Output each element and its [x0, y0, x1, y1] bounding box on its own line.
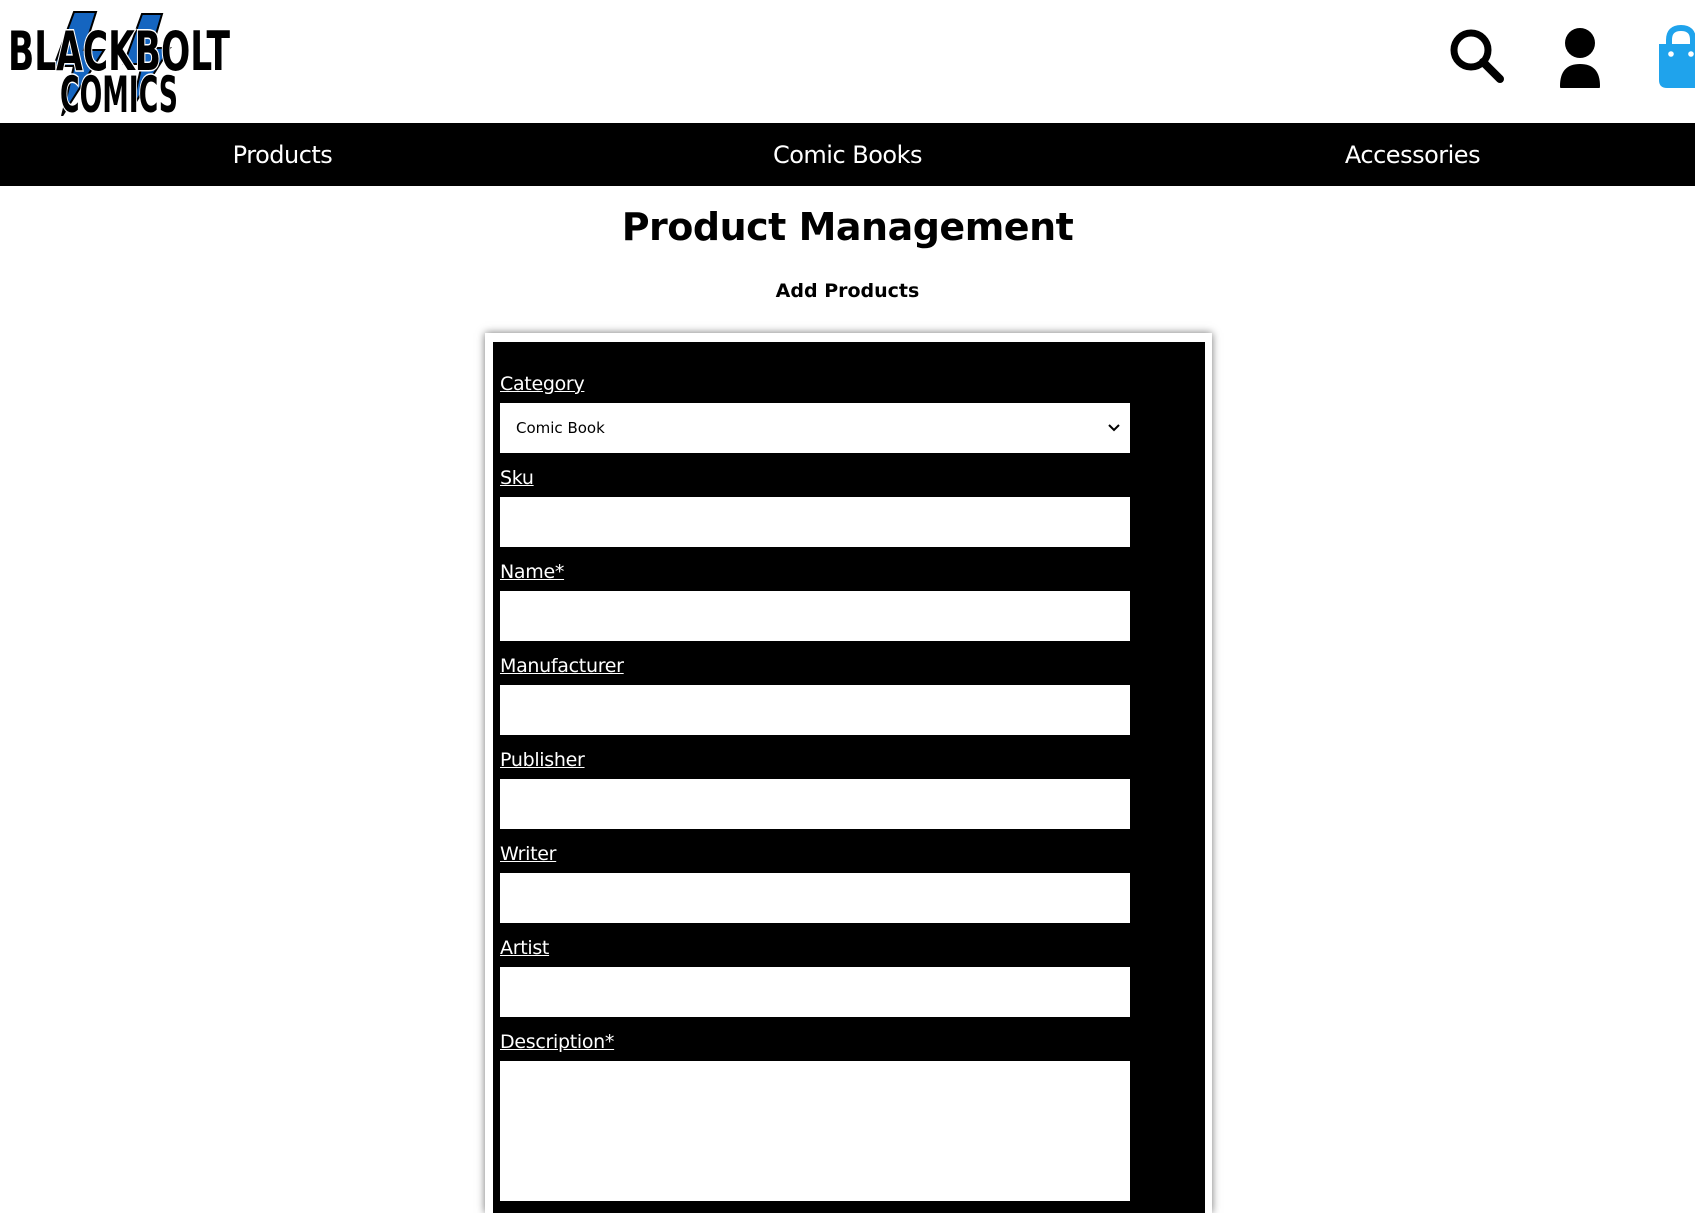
- writer-label[interactable]: Writer: [500, 839, 556, 869]
- manufacturer-input[interactable]: [500, 685, 1130, 735]
- publisher-input[interactable]: [500, 779, 1130, 829]
- add-product-form-card: Category Comic Book Sku Name* Manufactur…: [485, 333, 1212, 1213]
- sku-input[interactable]: [500, 497, 1130, 547]
- description-textarea[interactable]: [500, 1061, 1130, 1201]
- name-label[interactable]: Name*: [500, 557, 564, 587]
- category-label[interactable]: Category: [500, 369, 585, 399]
- artist-label[interactable]: Artist: [500, 933, 549, 963]
- main-nav: Products Comic Books Accessories: [0, 123, 1695, 186]
- category-select-value: Comic Book: [516, 419, 605, 437]
- artist-input[interactable]: [500, 967, 1130, 1017]
- svg-text:COMICS: COMICS: [60, 66, 178, 116]
- add-product-form: Category Comic Book Sku Name* Manufactur…: [493, 342, 1205, 1213]
- nav-item-comic-books[interactable]: Comic Books: [565, 141, 1130, 169]
- publisher-label[interactable]: Publisher: [500, 745, 585, 775]
- search-icon[interactable]: [1445, 24, 1509, 88]
- name-input[interactable]: [500, 591, 1130, 641]
- page-subtitle: Add Products: [775, 280, 920, 302]
- user-icon[interactable]: [1548, 24, 1612, 88]
- shopping-bag-icon[interactable]: [1649, 24, 1695, 88]
- nav-item-products[interactable]: Products: [0, 141, 565, 169]
- manufacturer-label[interactable]: Manufacturer: [500, 651, 624, 681]
- nav-item-accessories[interactable]: Accessories: [1130, 141, 1695, 169]
- header-icon-group: [1395, 24, 1695, 88]
- blackbolt-comics-logo[interactable]: BLACKBOLT COMICS: [4, 4, 234, 116]
- category-select[interactable]: Comic Book: [500, 403, 1130, 453]
- page-title: Product Management: [621, 205, 1074, 249]
- writer-input[interactable]: [500, 873, 1130, 923]
- chevron-down-icon: [1108, 424, 1120, 432]
- site-header: BLACKBOLT COMICS: [0, 0, 1695, 123]
- sku-label[interactable]: Sku: [500, 463, 534, 493]
- description-label[interactable]: Description*: [500, 1027, 614, 1057]
